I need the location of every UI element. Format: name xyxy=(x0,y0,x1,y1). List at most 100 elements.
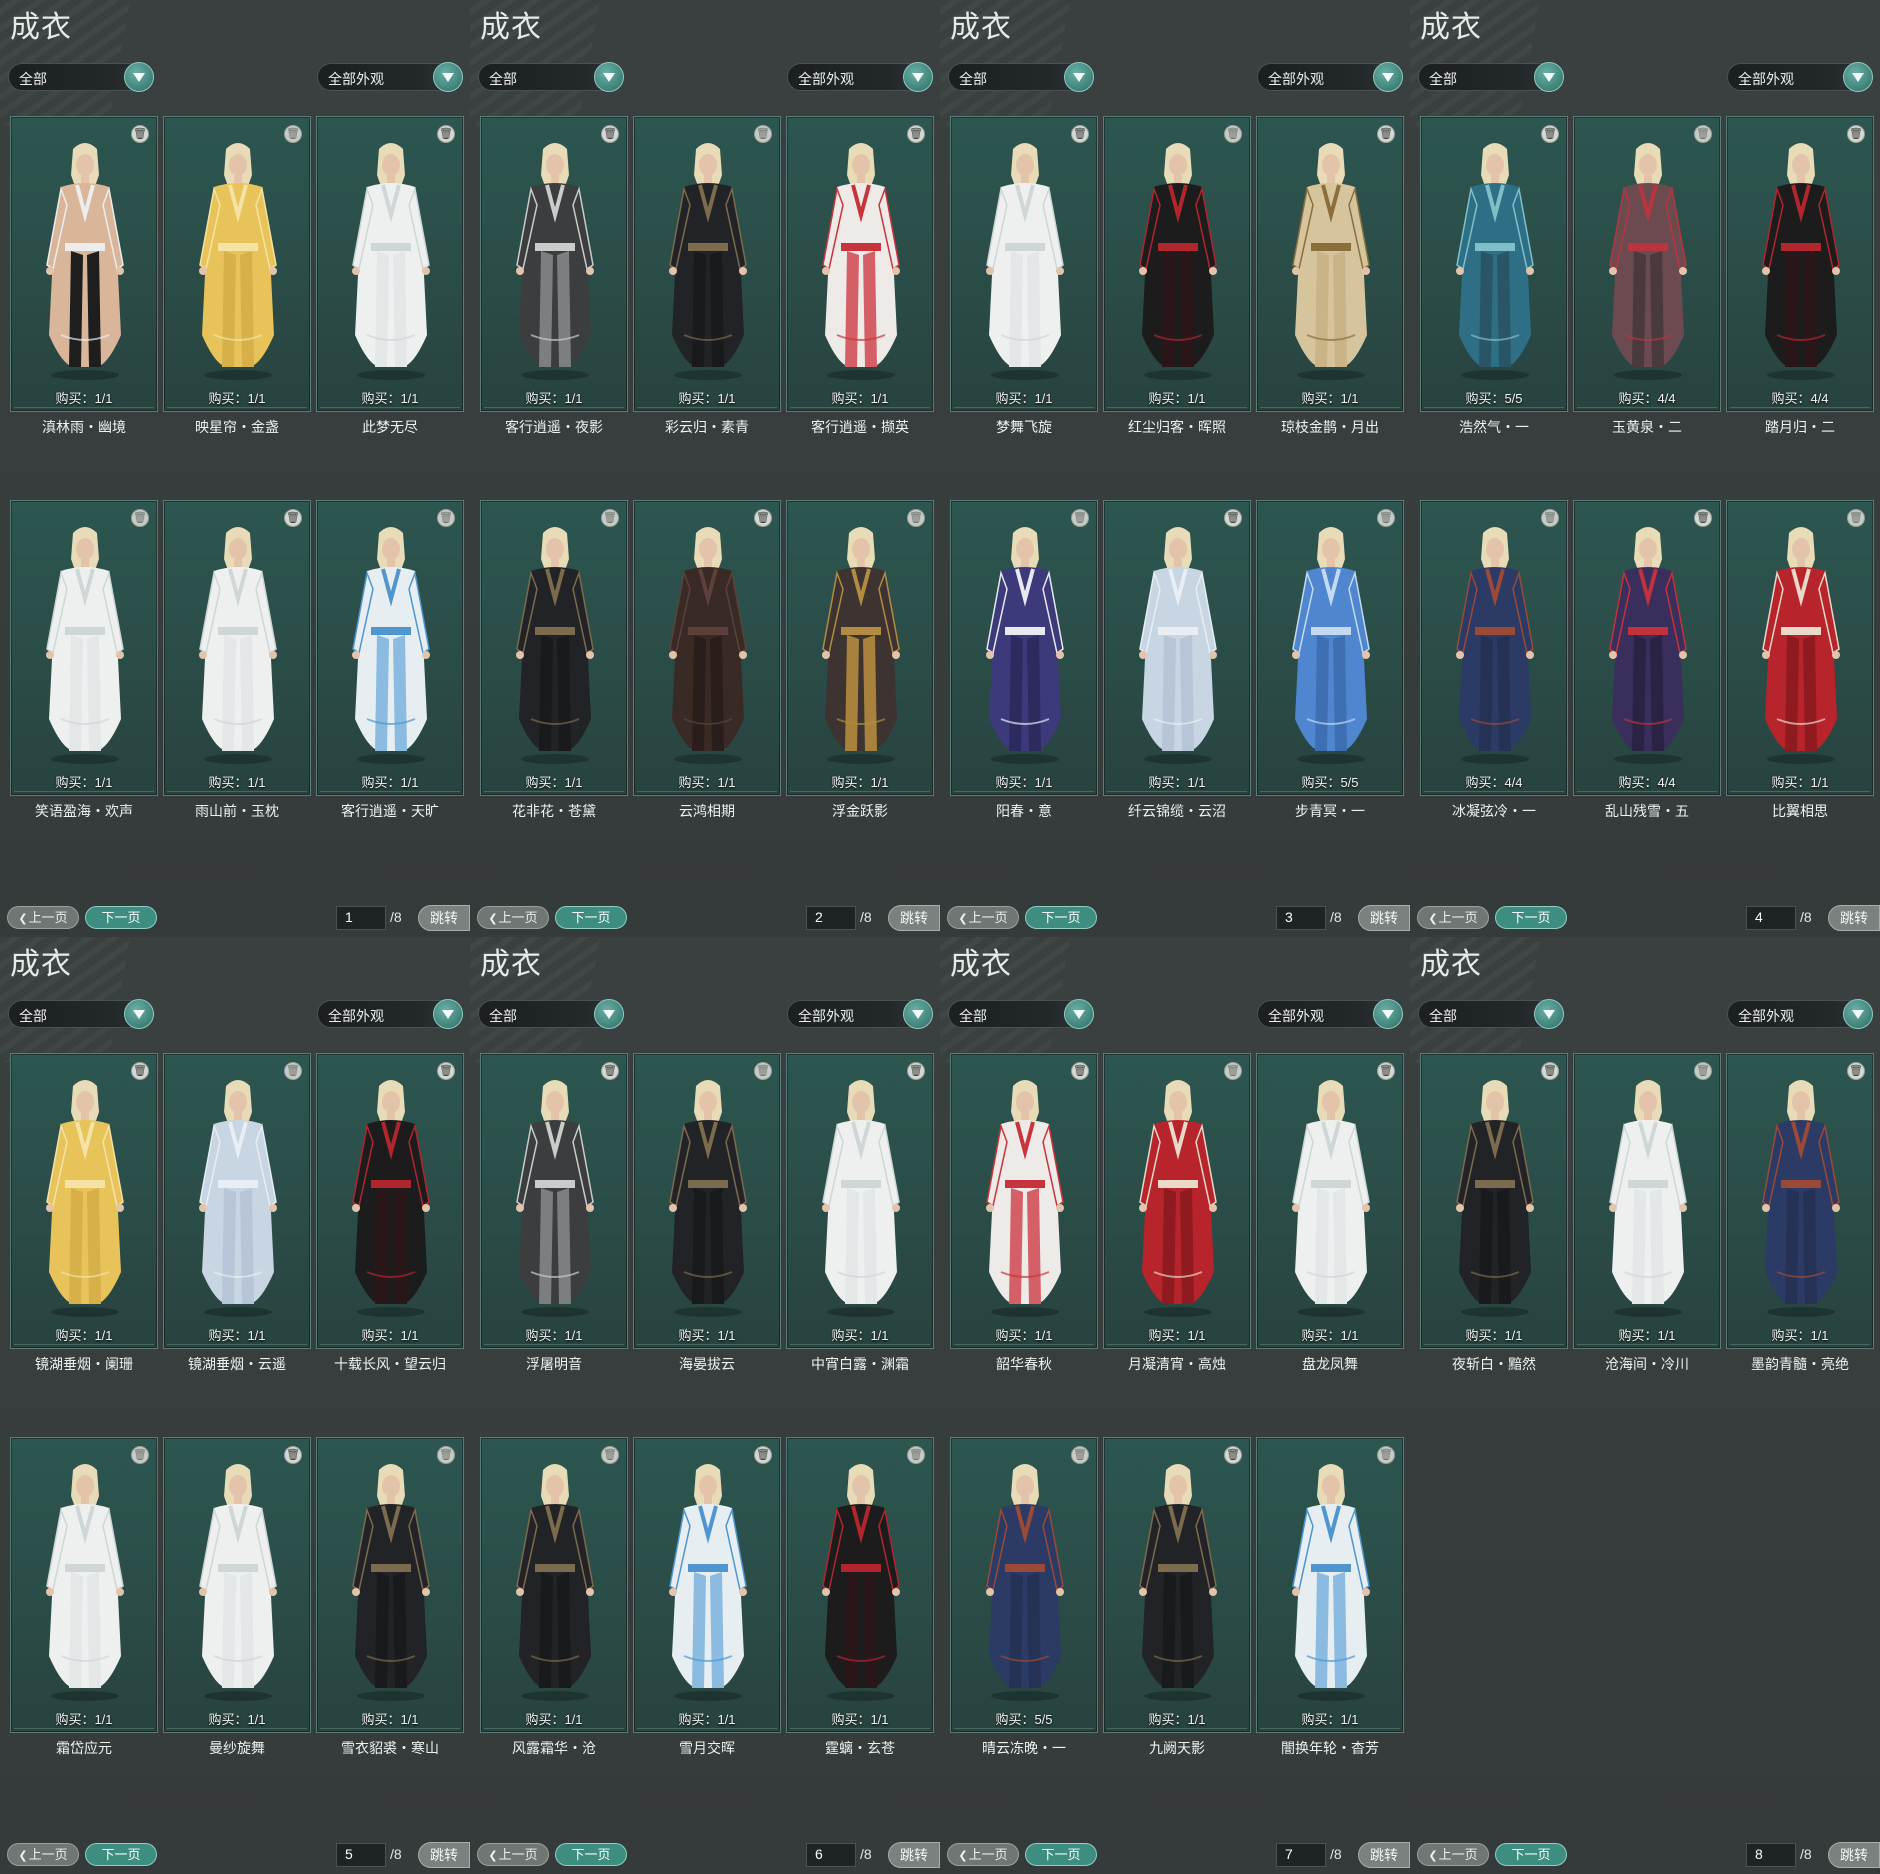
trash-icon[interactable]: 🗑 xyxy=(1224,509,1242,527)
outfit-card[interactable]: 🗑 购买：1/1 xyxy=(950,116,1098,412)
outfit-card[interactable]: 🗑 购买：1/1 xyxy=(10,116,158,412)
trash-icon[interactable]: 🗑 xyxy=(1847,125,1865,143)
outfit-card[interactable]: 🗑 购买：1/1 xyxy=(1103,1053,1251,1349)
next-page-button[interactable]: 下一页 xyxy=(1025,1843,1097,1866)
trash-icon[interactable]: 🗑 xyxy=(754,125,772,143)
trash-icon[interactable]: 🗑 xyxy=(907,1446,925,1464)
appearance-dropdown[interactable]: 全部外观 xyxy=(1727,62,1873,92)
next-page-button[interactable]: 下一页 xyxy=(1495,906,1567,929)
outfit-card[interactable]: 🗑 购买：1/1 xyxy=(10,500,158,796)
page-number-input[interactable]: 4 xyxy=(1746,906,1796,930)
next-page-button[interactable]: 下一页 xyxy=(85,1843,157,1866)
trash-icon[interactable]: 🗑 xyxy=(907,125,925,143)
outfit-card[interactable]: 🗑 购买：1/1 xyxy=(480,116,628,412)
outfit-card[interactable]: 🗑 购买：1/1 xyxy=(163,500,311,796)
outfit-card[interactable]: 🗑 购买：1/1 xyxy=(786,1053,934,1349)
trash-icon[interactable]: 🗑 xyxy=(754,1446,772,1464)
trash-icon[interactable]: 🗑 xyxy=(284,509,302,527)
outfit-card[interactable]: 🗑 购买：1/1 xyxy=(1256,1437,1404,1733)
trash-icon[interactable]: 🗑 xyxy=(754,509,772,527)
trash-icon[interactable]: 🗑 xyxy=(907,1062,925,1080)
jump-button[interactable]: 跳转 xyxy=(888,905,940,931)
outfit-card[interactable]: 🗑 购买：1/1 xyxy=(1573,1053,1721,1349)
trash-icon[interactable]: 🗑 xyxy=(1377,509,1395,527)
chevron-down-icon[interactable] xyxy=(903,62,933,92)
category-dropdown[interactable]: 全部 xyxy=(948,999,1094,1029)
prev-page-button[interactable]: ❮上一页 xyxy=(947,906,1019,929)
trash-icon[interactable]: 🗑 xyxy=(437,509,455,527)
trash-icon[interactable]: 🗑 xyxy=(1541,125,1559,143)
appearance-dropdown[interactable]: 全部外观 xyxy=(1257,62,1403,92)
page-number-input[interactable]: 3 xyxy=(1276,906,1326,930)
jump-button[interactable]: 跳转 xyxy=(1828,1842,1880,1868)
outfit-card[interactable]: 🗑 购买：4/4 xyxy=(1420,500,1568,796)
chevron-down-icon[interactable] xyxy=(594,62,624,92)
chevron-down-icon[interactable] xyxy=(124,62,154,92)
appearance-dropdown[interactable]: 全部外观 xyxy=(317,62,463,92)
outfit-card[interactable]: 🗑 购买：1/1 xyxy=(633,1053,781,1349)
trash-icon[interactable]: 🗑 xyxy=(1071,1446,1089,1464)
outfit-card[interactable]: 🗑 购买：5/5 xyxy=(1420,116,1568,412)
chevron-down-icon[interactable] xyxy=(1064,999,1094,1029)
chevron-down-icon[interactable] xyxy=(433,62,463,92)
trash-icon[interactable]: 🗑 xyxy=(131,509,149,527)
prev-page-button[interactable]: ❮上一页 xyxy=(7,906,79,929)
outfit-card[interactable]: 🗑 购买：1/1 xyxy=(163,1053,311,1349)
chevron-down-icon[interactable] xyxy=(433,999,463,1029)
outfit-card[interactable]: 🗑 购买：1/1 xyxy=(316,116,464,412)
chevron-down-icon[interactable] xyxy=(1534,999,1564,1029)
category-dropdown[interactable]: 全部 xyxy=(478,62,624,92)
next-page-button[interactable]: 下一页 xyxy=(1025,906,1097,929)
outfit-card[interactable]: 🗑 购买：1/1 xyxy=(316,500,464,796)
trash-icon[interactable]: 🗑 xyxy=(437,1446,455,1464)
trash-icon[interactable]: 🗑 xyxy=(754,1062,772,1080)
appearance-dropdown[interactable]: 全部外观 xyxy=(1257,999,1403,1029)
trash-icon[interactable]: 🗑 xyxy=(1694,1062,1712,1080)
next-page-button[interactable]: 下一页 xyxy=(555,1843,627,1866)
outfit-card[interactable]: 🗑 购买：1/1 xyxy=(163,1437,311,1733)
jump-button[interactable]: 跳转 xyxy=(1358,1842,1410,1868)
trash-icon[interactable]: 🗑 xyxy=(1071,509,1089,527)
page-number-input[interactable]: 6 xyxy=(806,1843,856,1867)
trash-icon[interactable]: 🗑 xyxy=(1377,1446,1395,1464)
outfit-card[interactable]: 🗑 购买：1/1 xyxy=(1103,1437,1251,1733)
outfit-card[interactable]: 🗑 购买：1/1 xyxy=(1420,1053,1568,1349)
outfit-card[interactable]: 🗑 购买：1/1 xyxy=(786,500,934,796)
outfit-card[interactable]: 🗑 购买：1/1 xyxy=(316,1437,464,1733)
trash-icon[interactable]: 🗑 xyxy=(437,125,455,143)
outfit-card[interactable]: 🗑 购买：5/5 xyxy=(950,1437,1098,1733)
outfit-card[interactable]: 🗑 购买：1/1 xyxy=(1103,500,1251,796)
outfit-card[interactable]: 🗑 购买：1/1 xyxy=(316,1053,464,1349)
outfit-card[interactable]: 🗑 购买：1/1 xyxy=(1256,1053,1404,1349)
chevron-down-icon[interactable] xyxy=(1064,62,1094,92)
outfit-card[interactable]: 🗑 购买：4/4 xyxy=(1573,116,1721,412)
outfit-card[interactable]: 🗑 购买：1/1 xyxy=(480,1437,628,1733)
prev-page-button[interactable]: ❮上一页 xyxy=(7,1843,79,1866)
next-page-button[interactable]: 下一页 xyxy=(555,906,627,929)
trash-icon[interactable]: 🗑 xyxy=(284,125,302,143)
trash-icon[interactable]: 🗑 xyxy=(601,1062,619,1080)
chevron-down-icon[interactable] xyxy=(1843,62,1873,92)
trash-icon[interactable]: 🗑 xyxy=(601,509,619,527)
outfit-card[interactable]: 🗑 购买：1/1 xyxy=(1256,116,1404,412)
trash-icon[interactable]: 🗑 xyxy=(1694,125,1712,143)
outfit-card[interactable]: 🗑 购买：1/1 xyxy=(1726,500,1874,796)
page-number-input[interactable]: 5 xyxy=(336,1843,386,1867)
trash-icon[interactable]: 🗑 xyxy=(601,125,619,143)
trash-icon[interactable]: 🗑 xyxy=(437,1062,455,1080)
prev-page-button[interactable]: ❮上一页 xyxy=(1417,906,1489,929)
jump-button[interactable]: 跳转 xyxy=(1828,905,1880,931)
appearance-dropdown[interactable]: 全部外观 xyxy=(787,62,933,92)
jump-button[interactable]: 跳转 xyxy=(1358,905,1410,931)
outfit-card[interactable]: 🗑 购买：1/1 xyxy=(633,116,781,412)
trash-icon[interactable]: 🗑 xyxy=(1541,1062,1559,1080)
chevron-down-icon[interactable] xyxy=(1534,62,1564,92)
next-page-button[interactable]: 下一页 xyxy=(85,906,157,929)
trash-icon[interactable]: 🗑 xyxy=(284,1062,302,1080)
trash-icon[interactable]: 🗑 xyxy=(131,1062,149,1080)
prev-page-button[interactable]: ❮上一页 xyxy=(947,1843,1019,1866)
outfit-card[interactable]: 🗑 购买：5/5 xyxy=(1256,500,1404,796)
trash-icon[interactable]: 🗑 xyxy=(1071,1062,1089,1080)
outfit-card[interactable]: 🗑 购买：1/1 xyxy=(480,500,628,796)
trash-icon[interactable]: 🗑 xyxy=(601,1446,619,1464)
